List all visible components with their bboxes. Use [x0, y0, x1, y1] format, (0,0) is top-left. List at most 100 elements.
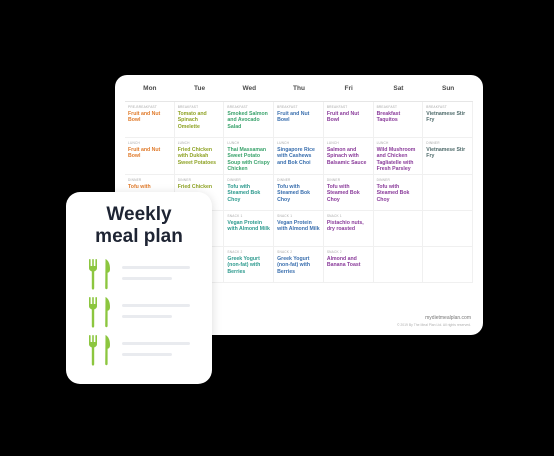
meal-type-label: Breakfast	[426, 105, 447, 109]
meal-name: Fruit and Nut Bowl	[128, 147, 161, 160]
meal-name: Singapore Rice with Cashews and Bok Choi	[277, 147, 315, 166]
meal-cell[interactable]	[423, 247, 473, 283]
meal-name: Fried Chicken	[177, 184, 213, 190]
placeholder-line	[122, 277, 172, 280]
meal-cell[interactable]: Snack 2 Almond and Banana Toast	[323, 247, 374, 283]
meal-cell[interactable]: Dinner Tofu with Steamed Bok Choy	[323, 175, 374, 211]
meal-cell[interactable]: Lunch Salmon and Spinach with Balsamic Sa…	[323, 138, 374, 175]
meal-name: Thai Massaman Sweet Potato Soup with Cri…	[227, 147, 270, 173]
meal-type-label: Snack 2	[326, 250, 342, 254]
copyright-text: © 2019 By The Meal Plan Ltd. All rights …	[396, 323, 471, 327]
meal-type-label: Lunch	[227, 141, 240, 145]
meal-name: Greek Yogurt (non-fat) with Berries	[277, 256, 310, 275]
meal-type-label: Dinner	[376, 178, 390, 182]
meal-type-label: Lunch	[128, 141, 140, 145]
meal-type-label: Breakfast	[177, 105, 199, 109]
meal-cell[interactable]: Dinner Tofu with Steamed Bok Choy	[224, 175, 275, 211]
fork-knife-icon	[89, 297, 110, 328]
meal-cell[interactable]: Lunch Fried Chicken with Dukkah Sweet Pot…	[174, 138, 225, 175]
meal-type-label: Lunch	[277, 141, 290, 145]
meal-plan-title-line-1: Weekly	[106, 204, 172, 225]
meal-cell[interactable]: Breakfast Fruit and Nut Bowl	[323, 102, 374, 138]
meal-cell[interactable]: Snack 2 Greek Yogurt (non-fat) with Berri…	[274, 247, 324, 283]
meal-name: Tofu with Steamed Bok Choy	[326, 184, 360, 203]
meal-type-label: Dinner	[426, 141, 440, 145]
meal-cell[interactable]: Pre-breakfast Fruit and Nut Bowl	[125, 102, 175, 138]
meal-name: Tomato and Spinach Omelette	[177, 111, 207, 130]
meal-type-label: Snack 2	[227, 250, 243, 254]
meal-cell[interactable]: Dinner Vietnamese Stir Fry	[423, 138, 473, 175]
meal-plan-title-line-2: meal plan	[95, 226, 183, 247]
meal-name: Wild Mushroom and Chicken Tagliatelle wi…	[376, 147, 416, 173]
meal-cell[interactable]	[373, 247, 424, 283]
meal-plan-card[interactable]: Weekly meal plan	[66, 192, 212, 384]
meal-name: Tofu with	[128, 184, 151, 190]
meal-type-label: Snack 2	[277, 250, 293, 254]
meal-cell[interactable]: Breakfast Vietnamese Stir Fry	[423, 102, 473, 138]
meal-name: Tofu with Steamed Bok Choy	[277, 184, 311, 203]
meal-cell[interactable]: Lunch Singapore Rice with Cashews and Bok…	[274, 138, 324, 175]
meal-name: Vietnamese Stir Fry	[426, 147, 466, 160]
meal-type-label: Dinner	[277, 178, 291, 182]
meal-type-label: Snack 1	[227, 214, 243, 218]
meal-cell[interactable]: Lunch Wild Mushroom and Chicken Tagliatel…	[373, 138, 424, 175]
meal-plan-row	[88, 258, 198, 292]
day-header-sat: Sat	[373, 75, 424, 102]
meal-cell[interactable]	[423, 175, 473, 211]
meal-cell[interactable]: Breakfast Breakfast Taquitos	[373, 102, 424, 138]
meal-type-label: Lunch	[177, 141, 190, 145]
meal-type-label: Lunch	[326, 141, 339, 145]
meal-name: Vegan Protein with Almond Milk	[277, 220, 320, 233]
meal-cell[interactable]: Snack 1 Pistachio nuts, dry roasted	[323, 211, 374, 247]
meal-type-label: Dinner	[128, 178, 142, 182]
meal-cell[interactable]: Snack 2 Greek Yogurt (non-fat) with Berri…	[224, 247, 275, 283]
meal-cell[interactable]: Breakfast Smoked Salmon and Avocado Salad	[224, 102, 275, 138]
meal-plan-title: Weekly meal plan	[66, 204, 212, 248]
day-header-thu: Thu	[274, 75, 324, 102]
meal-type-label: Snack 1	[277, 214, 293, 218]
meal-cell[interactable]: Snack 1 Vegan Protein with Almond Milk	[274, 211, 324, 247]
day-header-fri: Fri	[323, 75, 374, 102]
meal-name: Breakfast Taquitos	[376, 111, 401, 124]
meal-type-label: Breakfast	[227, 105, 248, 109]
meal-cell[interactable]: Lunch Thai Massaman Sweet Potato Soup wit…	[224, 138, 275, 175]
fork-knife-icon	[89, 259, 110, 290]
meal-cell[interactable]: Lunch Fruit and Nut Bowl	[125, 138, 175, 175]
meal-name: Vegan Protein with Almond Milk	[227, 220, 270, 233]
meal-name: Fruit and Nut Bowl	[128, 111, 161, 124]
meal-cell[interactable]	[423, 211, 473, 247]
fork-knife-icon	[89, 335, 110, 366]
meal-name: Pistachio nuts, dry roasted	[326, 220, 364, 233]
meal-type-label: Snack 1	[326, 214, 342, 218]
meal-cell[interactable]: Dinner Tofu with Steamed Bok Choy	[274, 175, 324, 211]
meal-name: Fruit and Nut Bowl	[277, 111, 310, 124]
day-header-mon: Mon	[125, 75, 175, 102]
placeholder-line	[122, 304, 190, 307]
placeholder-line	[122, 315, 172, 318]
meal-name: Vietnamese Stir Fry	[426, 111, 466, 124]
meal-name: Tofu with Steamed Bok Choy	[227, 184, 261, 203]
stage: Mon Tue Wed Thu Fri Sat Sun Pre-breakfas…	[0, 0, 554, 456]
placeholder-line	[122, 342, 190, 345]
meal-name: Almond and Banana Toast	[326, 256, 361, 269]
meal-name: Smoked Salmon and Avocado Salad	[227, 111, 268, 130]
meal-type-label: Breakfast	[326, 105, 348, 109]
day-header-sun: Sun	[423, 75, 473, 102]
meal-type-label: Breakfast	[277, 105, 298, 109]
meal-cell[interactable]: Dinner Tofu with Steamed Bok Choy	[373, 175, 424, 211]
meal-type-label: Breakfast	[376, 105, 398, 109]
day-header-tue: Tue	[174, 75, 225, 102]
meal-name: Tofu with Steamed Bok Choy	[376, 184, 410, 203]
placeholder-line	[122, 266, 190, 269]
meal-name: Fried Chicken with Dukkah Sweet Potatoes	[177, 147, 217, 166]
meal-cell[interactable]: Breakfast Fruit and Nut Bowl	[274, 102, 324, 138]
meal-type-label: Dinner	[326, 178, 341, 182]
meal-name: Greek Yogurt (non-fat) with Berries	[227, 256, 261, 275]
placeholder-line	[122, 353, 172, 356]
site-name: mydietmealplan.com	[425, 315, 471, 321]
meal-plan-row	[88, 334, 198, 368]
day-header-wed: Wed	[224, 75, 275, 102]
meal-cell[interactable]: Breakfast Tomato and Spinach Omelette	[174, 102, 225, 138]
meal-cell[interactable]: Snack 1 Vegan Protein with Almond Milk	[224, 211, 275, 247]
meal-cell[interactable]	[373, 211, 424, 247]
